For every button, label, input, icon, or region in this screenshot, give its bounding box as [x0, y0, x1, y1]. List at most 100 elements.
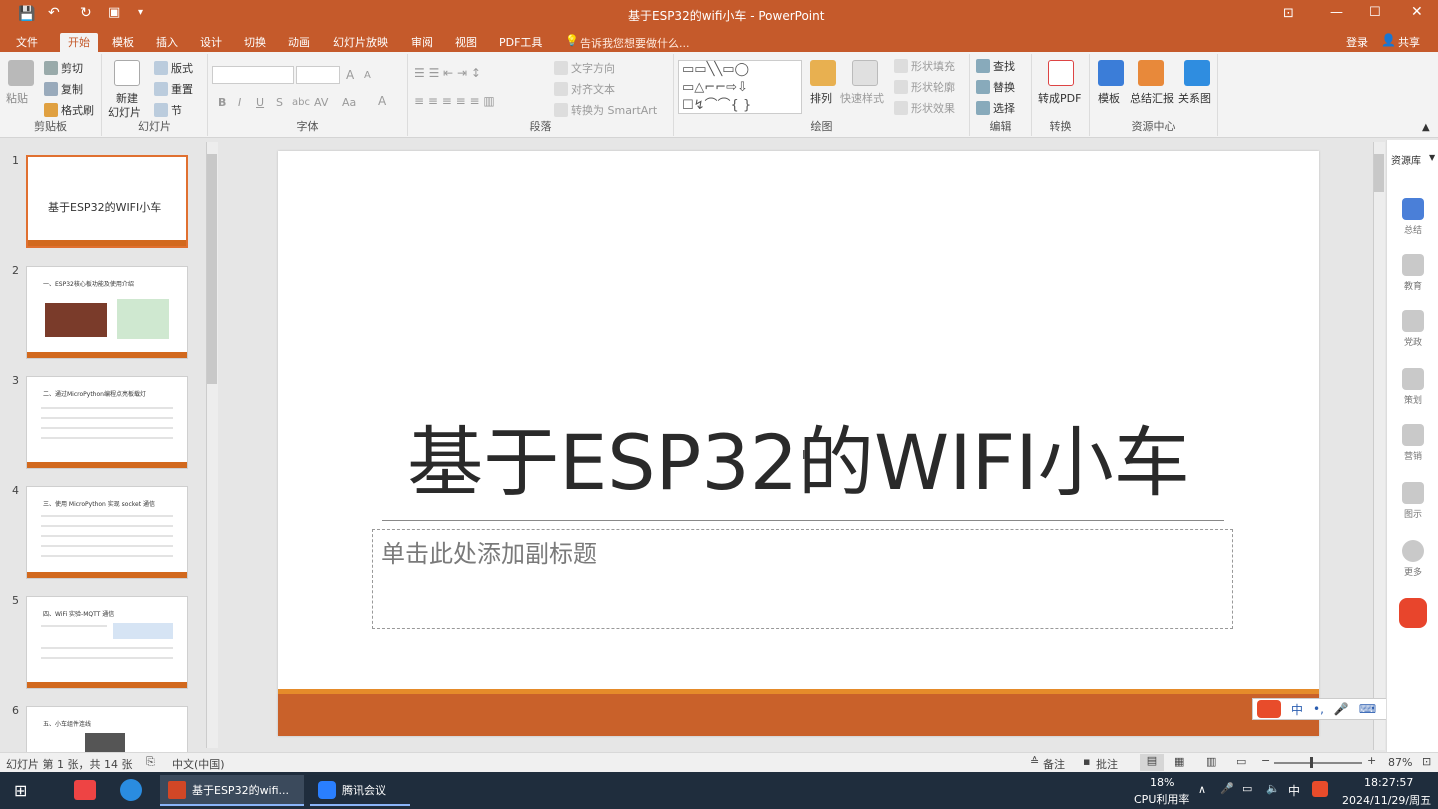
paste-button[interactable]: 粘贴 — [6, 90, 28, 106]
template-button[interactable]: 模板 — [1098, 90, 1120, 106]
shape-fill-button[interactable]: 形状填充 — [894, 58, 955, 74]
change-case-button[interactable]: Aa — [342, 96, 356, 109]
relation-button[interactable]: 关系图 — [1178, 90, 1211, 106]
slide-title[interactable]: 基于ESP32的WIFI小车 — [278, 413, 1319, 513]
font-color-button[interactable]: A — [378, 94, 386, 108]
undo-icon[interactable]: ↶ — [48, 5, 60, 21]
tab-design[interactable]: 设计 — [192, 33, 230, 52]
layout-button[interactable]: 版式 — [154, 60, 193, 76]
relation-icon[interactable] — [1184, 60, 1210, 86]
slide-thumbnail-2[interactable]: 一、ESP32核心板功能及使用介绍 — [26, 266, 188, 359]
find-button[interactable]: 查找 — [976, 58, 1015, 74]
clock-date[interactable]: 2024/11/29/周五 — [1342, 792, 1431, 808]
template-icon[interactable] — [1098, 60, 1124, 86]
grow-font-button[interactable]: A — [346, 68, 354, 82]
ime-indicator[interactable]: 中 — [1288, 782, 1300, 799]
summary-icon[interactable] — [1138, 60, 1164, 86]
section-button[interactable]: 节 — [154, 102, 182, 118]
sidebar-item-party[interactable]: 党政 — [1387, 310, 1438, 348]
slide-thumbnail-3[interactable]: 二、通过MicroPython编程点亮板载灯 — [26, 376, 188, 469]
copy-button[interactable]: 复制 — [44, 81, 83, 97]
reset-button[interactable]: 重置 — [154, 81, 193, 97]
tab-slideshow[interactable]: 幻灯片放映 — [325, 33, 396, 52]
sidebar-item-summary[interactable]: 总结 — [1387, 198, 1438, 236]
maximize-icon[interactable]: ☐ — [1369, 5, 1381, 20]
strike-button[interactable]: S — [276, 96, 283, 109]
zoom-slider[interactable] — [1274, 762, 1362, 764]
redo-icon[interactable]: ↻ — [80, 5, 92, 21]
tab-pdf-tools[interactable]: PDF工具 — [491, 33, 550, 52]
reading-view-icon[interactable]: ▥ — [1206, 755, 1216, 768]
qat-more-icon[interactable]: ▾ — [138, 7, 143, 18]
edge-icon[interactable] — [120, 779, 142, 801]
tab-home[interactable]: 开始 — [60, 33, 98, 52]
share-icon[interactable]: 👤 — [1381, 33, 1396, 47]
format-painter-button[interactable]: 格式刷 — [44, 102, 94, 118]
shapes-gallery[interactable]: ▭▭╲╲▭◯ ▭△⌐⌐⇨⇩ ☐↯⌒⌒{ } — [678, 60, 802, 114]
thumb-scroll-thumb[interactable] — [207, 154, 217, 384]
font-name-box[interactable] — [212, 66, 294, 84]
select-button[interactable]: 选择 — [976, 100, 1015, 116]
slide-thumbnail-4[interactable]: 三、使用 MicroPython 实现 socket 通信 — [26, 486, 188, 579]
font-size-box[interactable] — [296, 66, 340, 84]
login-link[interactable]: 登录 — [1346, 34, 1368, 50]
battery-icon[interactable]: ▭ — [1242, 782, 1252, 795]
red-envelope-icon[interactable] — [1399, 598, 1427, 628]
new-slide-icon[interactable] — [114, 60, 140, 86]
sogou-tray-icon[interactable] — [1312, 781, 1328, 797]
volume-icon[interactable]: 🔈 — [1266, 782, 1280, 795]
slide-scrollbar[interactable] — [1373, 142, 1385, 750]
arrange-button[interactable]: 排列 — [810, 90, 832, 106]
spellcheck-icon[interactable]: ⎘ — [146, 755, 155, 769]
close-icon[interactable]: ✕ — [1411, 4, 1423, 20]
tab-review[interactable]: 审阅 — [403, 33, 441, 52]
sidebar-item-planning[interactable]: 策划 — [1387, 368, 1438, 406]
ime-mic-icon[interactable]: 🎤 — [1334, 702, 1349, 716]
bold-button[interactable]: B — [218, 96, 226, 109]
shape-effects-button[interactable]: 形状效果 — [894, 100, 955, 116]
windows-start-icon[interactable]: ⊞ — [14, 781, 27, 800]
language-indicator[interactable]: 中文(中国) — [172, 756, 225, 772]
tab-file[interactable]: 文件 — [8, 33, 46, 52]
sidebar-item-more[interactable]: 更多 — [1387, 540, 1438, 578]
ribbon-display-icon[interactable]: ⊡ — [1283, 6, 1294, 21]
shape-outline-button[interactable]: 形状轮廓 — [894, 79, 955, 95]
slideshow-view-icon[interactable]: ▭ — [1236, 755, 1246, 768]
convert-pdf-button[interactable]: 转成PDF — [1038, 90, 1081, 106]
slide-thumbnail-5[interactable]: 四、WiFi 实验-MQTT 通信 — [26, 596, 188, 689]
taskbar-app-tencent-meeting[interactable]: 腾讯会议 — [310, 775, 410, 806]
underline-button[interactable]: U — [256, 96, 264, 109]
align-text-button[interactable]: 对齐文本 — [554, 81, 615, 97]
quick-styles-button[interactable]: 快速样式 — [840, 90, 884, 106]
tab-view[interactable]: 视图 — [447, 33, 485, 52]
zoom-level[interactable]: 87% — [1388, 756, 1412, 769]
slide-canvas[interactable]: 基于ESP32的WIFI小车 单击此处添加副标题 — [278, 151, 1319, 736]
ime-punctuation[interactable]: •, — [1313, 702, 1324, 716]
minimize-icon[interactable]: — — [1330, 5, 1343, 20]
clock-time[interactable]: 18:27:57 — [1364, 776, 1413, 789]
tab-template[interactable]: 模板 — [104, 33, 142, 52]
normal-view-icon[interactable]: ▤ — [1140, 754, 1164, 771]
slide-sorter-icon[interactable]: ▦ — [1174, 755, 1184, 768]
paste-icon[interactable] — [8, 60, 34, 86]
slide-scroll-thumb[interactable] — [1374, 154, 1384, 192]
sidebar-item-diagram[interactable]: 图示 — [1387, 482, 1438, 520]
smartart-button[interactable]: 转换为 SmartArt — [554, 102, 657, 118]
italic-button[interactable]: I — [238, 96, 241, 109]
tell-me-box[interactable]: 告诉我您想要做什么... — [580, 35, 690, 51]
tab-transitions[interactable]: 切换 — [236, 33, 274, 52]
taskbar-app-powerpoint[interactable]: 基于ESP32的wifi... — [160, 775, 304, 806]
arrange-icon[interactable] — [810, 60, 836, 86]
replace-button[interactable]: 替换 — [976, 79, 1015, 95]
slide-thumbnail-6[interactable]: 五、小车组件连线 — [26, 706, 188, 752]
chevron-down-icon[interactable]: ▼ — [1429, 153, 1435, 162]
tray-chevron-up-icon[interactable]: ∧ — [1198, 783, 1206, 796]
notes-button[interactable]: 备注 — [1043, 756, 1065, 772]
tab-animations[interactable]: 动画 — [280, 33, 318, 52]
microphone-icon[interactable]: 🎤 — [1220, 782, 1234, 795]
wps-icon[interactable] — [74, 780, 96, 800]
sidebar-item-marketing[interactable]: 营销 — [1387, 424, 1438, 462]
tab-insert[interactable]: 插入 — [148, 33, 186, 52]
fit-slide-icon[interactable]: ⊡ — [1422, 755, 1431, 768]
shadow-button[interactable]: abc — [292, 97, 310, 108]
